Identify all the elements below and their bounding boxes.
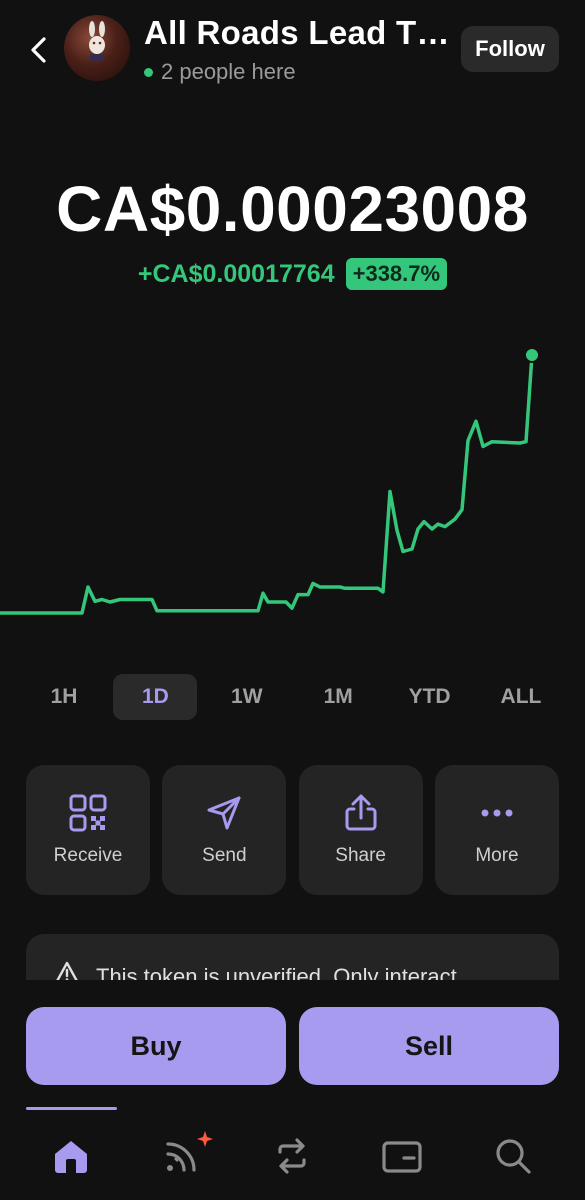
swap-icon — [278, 1138, 306, 1174]
rabbit-icon — [89, 21, 105, 61]
back-button[interactable] — [24, 30, 54, 70]
more-button[interactable]: More — [434, 765, 559, 895]
share-icon — [345, 794, 377, 831]
action-buttons: Receive Send Share More — [26, 765, 559, 895]
range-1m[interactable]: 1M — [296, 674, 380, 720]
price-change-percent-badge: +338.7% — [345, 258, 448, 290]
range-ytd[interactable]: YTD — [388, 674, 472, 720]
price-change: +CA$0.00017764 +338.7% — [0, 258, 585, 290]
range-1w[interactable]: 1W — [205, 674, 289, 720]
unverified-token-warning[interactable]: This token is unverified. Only interact — [26, 934, 559, 980]
buy-button[interactable]: Buy — [26, 1007, 286, 1085]
tab-search[interactable] — [491, 1134, 535, 1178]
more-dots-icon — [481, 809, 513, 817]
warning-triangle-icon — [56, 961, 78, 980]
notification-sparkle-icon — [197, 1131, 213, 1147]
header: All Roads Lead T… 2 people here Follow — [0, 0, 585, 100]
bottom-tab-bar — [0, 1120, 585, 1190]
price-chart[interactable] — [0, 330, 585, 640]
tab-feed[interactable] — [160, 1131, 213, 1178]
tab-wallet[interactable] — [380, 1134, 424, 1178]
range-1h[interactable]: 1H — [22, 674, 106, 720]
search-icon — [496, 1139, 531, 1174]
presence-text: 2 people here — [161, 59, 296, 84]
token-title: All Roads Lead T… — [144, 14, 450, 51]
follow-button[interactable]: Follow — [461, 26, 559, 72]
send-icon — [207, 796, 241, 830]
token-avatar[interactable] — [64, 15, 130, 81]
range-all[interactable]: ALL — [479, 674, 563, 720]
tab-swap[interactable] — [270, 1134, 314, 1178]
price-endpoint-dot — [524, 347, 540, 363]
tab-home[interactable] — [49, 1134, 93, 1178]
receive-button[interactable]: Receive — [26, 765, 150, 895]
active-tab-indicator — [26, 1107, 117, 1110]
wallet-icon — [382, 1141, 422, 1173]
qr-code-icon — [69, 794, 107, 832]
warning-text: This token is unverified. Only interact — [96, 964, 457, 980]
price-line — [0, 353, 534, 615]
range-1d[interactable]: 1D — [113, 674, 198, 720]
home-icon — [55, 1141, 87, 1173]
sell-button[interactable]: Sell — [299, 1007, 559, 1085]
current-price: CA$0.00023008 — [56, 173, 529, 245]
time-range-selector: 1H 1D 1W 1M YTD ALL — [22, 674, 563, 720]
trade-buttons: Buy Sell — [26, 1007, 559, 1085]
send-label: Send — [202, 845, 247, 866]
send-button[interactable]: Send — [162, 765, 287, 895]
chevron-left-icon — [31, 37, 46, 63]
price-change-absolute: +CA$0.00017764 — [137, 259, 335, 288]
share-label: Share — [335, 845, 386, 866]
presence-indicator: 2 people here — [144, 59, 296, 85]
receive-label: Receive — [53, 845, 123, 866]
more-label: More — [475, 845, 519, 866]
share-button[interactable]: Share — [298, 765, 423, 895]
online-dot-icon — [144, 67, 153, 77]
